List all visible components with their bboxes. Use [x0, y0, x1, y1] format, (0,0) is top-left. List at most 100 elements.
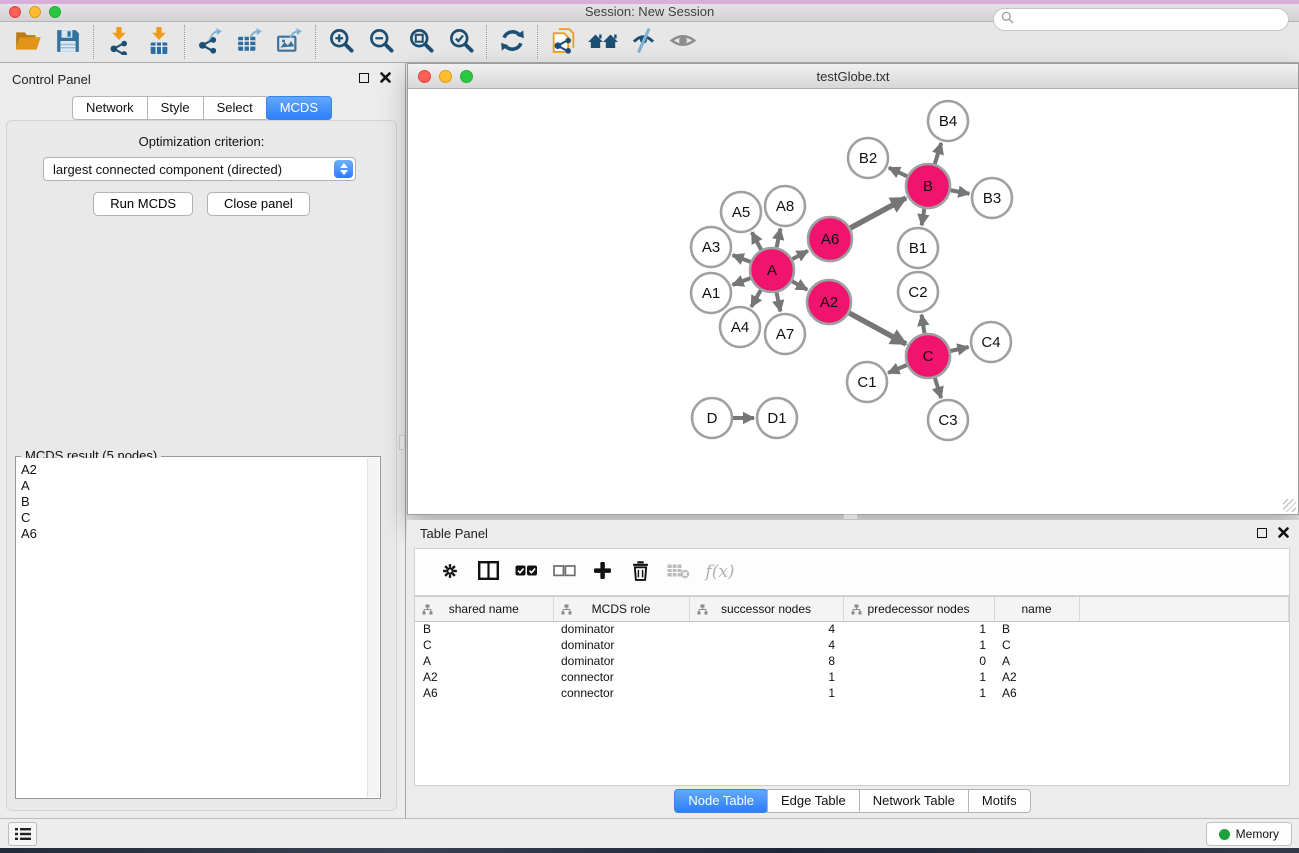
graph-node-B3[interactable]: B3	[972, 178, 1012, 218]
table-settings-button[interactable]	[431, 552, 469, 592]
result-list-item[interactable]: A	[17, 478, 367, 494]
graph-node-A8[interactable]: A8	[765, 186, 805, 226]
graph-edge-A-A6[interactable]	[792, 251, 808, 259]
graph-node-C4[interactable]: C4	[971, 322, 1011, 362]
zoom-fit-button[interactable]	[401, 24, 441, 60]
graph-node-A6[interactable]: A6	[808, 217, 852, 261]
open-file-button[interactable]	[8, 24, 48, 60]
graph-edge-A-A2[interactable]	[792, 281, 807, 290]
graph-edge-A-A5[interactable]	[752, 232, 761, 249]
apply-layout-button[interactable]	[492, 24, 532, 60]
graph-node-D1[interactable]: D1	[757, 398, 797, 438]
result-list-item[interactable]: A6	[17, 526, 367, 542]
graph-node-B1[interactable]: B1	[898, 228, 938, 268]
graph-node-A5[interactable]: A5	[721, 192, 761, 232]
graph-node-C2[interactable]: C2	[898, 272, 938, 312]
close-table-panel-icon[interactable]	[1278, 527, 1289, 538]
graph-edge-A-A3[interactable]	[733, 255, 751, 262]
table-row[interactable]: A6connector11A6	[415, 685, 1289, 701]
graph-node-B4[interactable]: B4	[928, 101, 968, 141]
tab-select[interactable]: Select	[203, 96, 267, 120]
tab-mcds[interactable]: MCDS	[266, 96, 332, 120]
split-columns-button[interactable]	[469, 552, 507, 592]
export-network-button[interactable]	[190, 24, 230, 60]
graph-edge-C-C1[interactable]	[888, 365, 907, 373]
graph-node-A3[interactable]: A3	[691, 227, 731, 267]
graph-node-A7[interactable]: A7	[765, 314, 805, 354]
graph-node-B2[interactable]: B2	[848, 138, 888, 178]
float-panel-icon[interactable]	[359, 73, 369, 83]
graph-edge-A2-C[interactable]	[849, 313, 906, 344]
graph-edge-B-B3[interactable]	[951, 190, 970, 194]
graph-edge-C-C4[interactable]	[950, 347, 968, 351]
graph-edge-A-A1[interactable]	[733, 278, 751, 285]
table-row[interactable]: A2connector11A2	[415, 669, 1289, 685]
float-table-panel-icon[interactable]	[1257, 528, 1267, 538]
add-column-button[interactable]	[583, 552, 621, 592]
graph-edge-A-A4[interactable]	[751, 290, 760, 307]
network-close-button[interactable]	[418, 70, 431, 83]
graph-node-C1[interactable]: C1	[847, 362, 887, 402]
close-panel-icon[interactable]	[380, 72, 391, 83]
graph-node-C3[interactable]: C3	[928, 400, 968, 440]
table-row[interactable]: Cdominator41C	[415, 637, 1289, 653]
zoom-window-button[interactable]	[49, 6, 61, 18]
graph-node-A4[interactable]: A4	[720, 307, 760, 347]
show-graphics-details-button[interactable]	[663, 24, 703, 60]
graph-node-B[interactable]: B	[906, 164, 950, 208]
unselect-all-button[interactable]	[545, 552, 583, 592]
search-input[interactable]	[1018, 11, 1288, 29]
tab-motifs[interactable]: Motifs	[968, 789, 1031, 813]
select-all-button[interactable]	[507, 552, 545, 592]
function-builder-button[interactable]: f(x)	[697, 552, 743, 592]
result-scrollbar[interactable]	[367, 458, 379, 797]
task-history-button[interactable]	[8, 822, 37, 846]
export-image-button[interactable]	[270, 24, 310, 60]
run-mcds-button[interactable]: Run MCDS	[93, 192, 193, 216]
graph-edge-B-B1[interactable]	[922, 209, 925, 226]
column-header-predecessor-nodes[interactable]: predecessor nodes	[843, 597, 994, 621]
column-header-name[interactable]: name	[994, 597, 1079, 621]
graph-node-A[interactable]: A	[750, 248, 794, 292]
close-panel-button[interactable]: Close panel	[207, 192, 310, 216]
result-list-item[interactable]: B	[17, 494, 367, 510]
hide-graphics-details-button[interactable]	[623, 24, 663, 60]
network-zoom-button[interactable]	[460, 70, 473, 83]
graph-edge-C-C2[interactable]	[922, 315, 925, 334]
graph-edge-A6-B[interactable]	[850, 198, 906, 228]
graph-node-D[interactable]: D	[692, 398, 732, 438]
graph-edge-A-A7[interactable]	[777, 293, 781, 312]
export-table-button[interactable]	[230, 24, 270, 60]
network-minimize-button[interactable]	[439, 70, 452, 83]
zoom-selected-button[interactable]	[441, 24, 481, 60]
column-header-successor-nodes[interactable]: successor nodes	[689, 597, 843, 621]
vertical-split-handle[interactable]	[399, 435, 405, 450]
tab-node-table[interactable]: Node Table	[674, 789, 768, 813]
table-row[interactable]: Bdominator41B	[415, 621, 1289, 637]
open-session-gallery-button[interactable]	[583, 24, 623, 60]
graph-node-A1[interactable]: A1	[691, 273, 731, 313]
tab-network-table[interactable]: Network Table	[859, 789, 969, 813]
close-window-button[interactable]	[9, 6, 21, 18]
zoom-in-button[interactable]	[321, 24, 361, 60]
delete-table-button[interactable]	[659, 552, 697, 592]
table-row[interactable]: Adominator80A	[415, 653, 1289, 669]
network-canvas[interactable]: B4B2BB3A8A5A6A3B1AA1C2A2A4A7C4CC1DD1C3	[408, 89, 1298, 514]
graph-edge-A-A8[interactable]	[777, 229, 781, 248]
new-session-from-network-button[interactable]	[543, 24, 583, 60]
result-list-item[interactable]: A2	[17, 462, 367, 478]
graph-edge-B-B2[interactable]	[889, 168, 907, 177]
memory-button[interactable]: Memory	[1206, 822, 1292, 846]
import-table-button[interactable]	[139, 24, 179, 60]
criterion-select[interactable]: largest connected component (directed)	[43, 157, 356, 181]
graph-node-A2[interactable]: A2	[807, 280, 851, 324]
save-session-button[interactable]	[48, 24, 88, 60]
graph-edge-C-C3[interactable]	[935, 378, 941, 398]
tab-style[interactable]: Style	[147, 96, 204, 120]
column-header-mcds-role[interactable]: MCDS role	[553, 597, 689, 621]
graph-edge-B-B4[interactable]	[935, 143, 941, 164]
delete-column-button[interactable]	[621, 552, 659, 592]
zoom-out-button[interactable]	[361, 24, 401, 60]
result-list-item[interactable]: C	[17, 510, 367, 526]
column-header-shared-name[interactable]: shared name	[415, 597, 553, 621]
